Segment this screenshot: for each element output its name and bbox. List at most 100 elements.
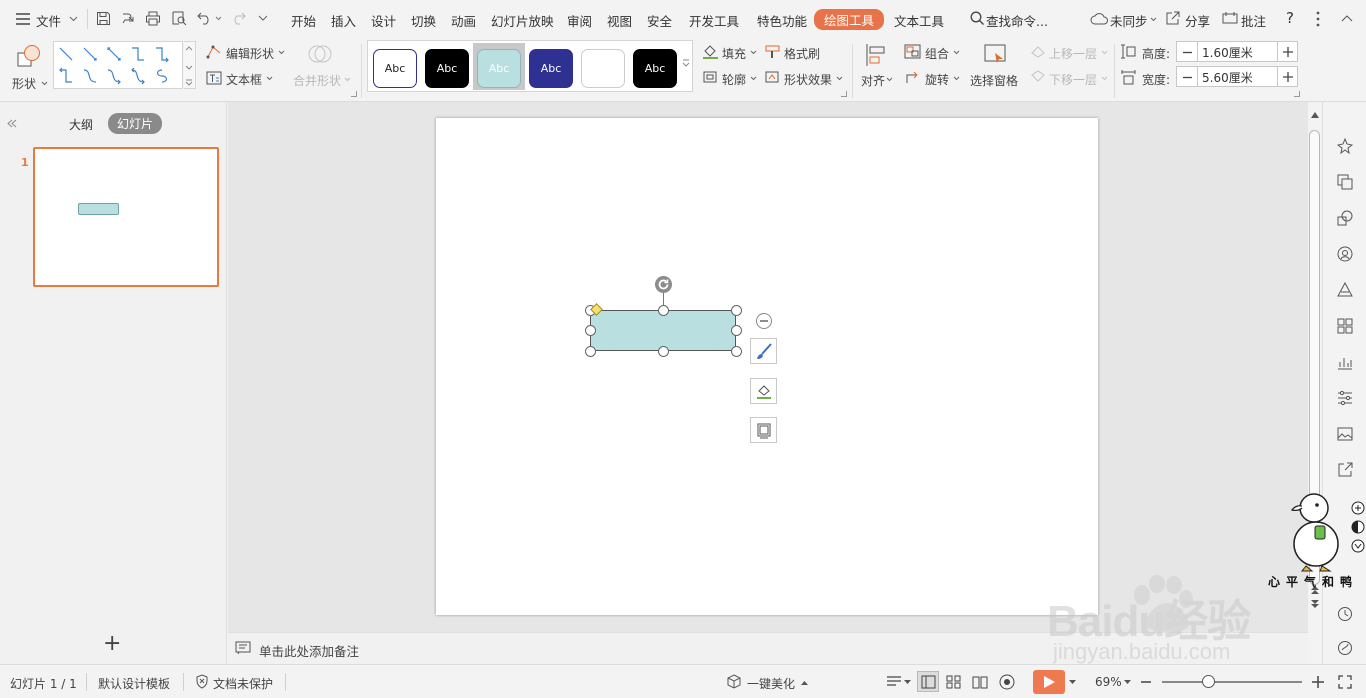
notes-view-icon[interactable]	[886, 675, 902, 689]
group-button[interactable]: 组合	[925, 45, 949, 62]
shape-style-outline[interactable]: Abc	[373, 49, 417, 88]
help-circle-icon[interactable]	[1337, 640, 1353, 656]
template-name[interactable]: 默认设计模板	[98, 675, 170, 692]
collapse-float-icon[interactable]	[755, 312, 773, 330]
zoom-level[interactable]: 69%	[1095, 675, 1122, 689]
customize-icon[interactable]	[258, 15, 268, 22]
height-input[interactable]: 1.60厘米	[1202, 44, 1253, 61]
protection-status[interactable]: 文档未保护	[213, 675, 273, 692]
merge-shape-button[interactable]: 合并形状	[293, 72, 341, 89]
comment-button[interactable]: 批注	[1241, 11, 1266, 30]
send-backward-button[interactable]: 下移一层	[1049, 71, 1097, 88]
print-icon[interactable]	[145, 11, 161, 26]
resize-handle-left[interactable]	[585, 325, 596, 336]
tab-drawing-tools[interactable]: 绘图工具	[814, 9, 885, 30]
add-slide-button[interactable]: +	[103, 631, 121, 656]
selection-pane-button[interactable]: 选择窗格	[970, 72, 1018, 89]
resize-handle-bottom-right[interactable]	[731, 346, 742, 357]
fill-button[interactable]: 填充	[722, 45, 746, 62]
dialog-launcher-icon[interactable]	[351, 91, 357, 97]
shape-style-black[interactable]: Abc	[425, 49, 469, 88]
shapes-icon[interactable]	[1337, 210, 1353, 226]
format-painter-button[interactable]: 格式刷	[784, 45, 820, 62]
chevron-down-icon[interactable]	[1124, 680, 1131, 685]
resize-handle-bottom[interactable]	[658, 346, 669, 357]
undo-icon[interactable]	[197, 11, 213, 25]
style-icon[interactable]	[1337, 282, 1353, 298]
rotate-handle-icon[interactable]	[654, 275, 673, 294]
slide-canvas[interactable]	[436, 118, 1098, 615]
record-icon[interactable]	[998, 674, 1016, 690]
minus-icon[interactable]	[1183, 48, 1192, 57]
help-button[interactable]: ?	[1286, 9, 1294, 27]
sync-status[interactable]: 未同步	[1110, 11, 1148, 30]
scroll-up-icon[interactable]	[1311, 112, 1319, 118]
tab-home[interactable]: 开始	[291, 11, 316, 30]
connector-gallery[interactable]	[53, 41, 183, 89]
tab-transition[interactable]: 切换	[411, 11, 436, 30]
duplicate-icon[interactable]	[1337, 174, 1353, 190]
file-menu[interactable]: 文件	[14, 10, 80, 29]
tab-slideshow[interactable]: 幻灯片放映	[491, 11, 554, 30]
plus-icon[interactable]	[1283, 47, 1293, 57]
tab-text-tools[interactable]: 文本工具	[894, 11, 944, 30]
resize-handle-top-right[interactable]	[731, 305, 742, 316]
tab-security[interactable]: 安全	[647, 11, 672, 30]
plus-icon[interactable]	[1283, 72, 1293, 82]
tab-slides[interactable]: 幻灯片	[108, 113, 163, 134]
gallery-scroll[interactable]	[184, 41, 196, 89]
save-icon[interactable]	[96, 11, 111, 26]
selected-rectangle-shape[interactable]	[590, 310, 736, 351]
dialog-launcher-icon[interactable]	[1294, 91, 1300, 97]
align-button[interactable]: 对齐	[861, 72, 885, 89]
fit-window-icon[interactable]	[1338, 675, 1352, 689]
share-button[interactable]: 分享	[1185, 11, 1210, 30]
gallery-scroll-icon[interactable]	[682, 58, 690, 70]
tab-view[interactable]: 视图	[607, 11, 632, 30]
float-outline-button[interactable]	[750, 417, 777, 443]
float-fill-button[interactable]	[750, 378, 777, 404]
minus-icon[interactable]	[1183, 73, 1192, 82]
chevron-down-icon[interactable]	[1069, 680, 1076, 685]
resize-handle-top[interactable]	[658, 305, 669, 316]
tab-design[interactable]: 设计	[371, 11, 396, 30]
pin-icon[interactable]	[1337, 138, 1353, 154]
tab-animation[interactable]: 动画	[451, 11, 476, 30]
location-icon[interactable]	[1337, 246, 1353, 262]
float-style-button[interactable]	[750, 338, 777, 364]
image-icon[interactable]	[1337, 426, 1353, 442]
tab-developer[interactable]: 开发工具	[689, 11, 739, 30]
reading-view-icon[interactable]	[972, 675, 988, 689]
outline-button[interactable]: 轮廓	[722, 71, 746, 88]
grid-icon[interactable]	[1337, 318, 1353, 334]
command-search[interactable]: 查找命令...	[986, 11, 1048, 30]
zoom-in-icon[interactable]	[1312, 676, 1324, 688]
export-icon[interactable]	[120, 11, 136, 26]
rotate-button[interactable]: 旋转	[925, 71, 949, 88]
shape-button[interactable]: 形状	[8, 42, 48, 91]
undo-dropdown-icon[interactable]	[215, 16, 222, 21]
slide-thumbnail[interactable]	[33, 147, 219, 287]
tab-outline[interactable]: 大纲	[69, 116, 93, 133]
tab-insert[interactable]: 插入	[331, 11, 356, 30]
page-down-icon[interactable]	[1311, 600, 1319, 608]
beautify-button[interactable]: 一键美化	[747, 675, 795, 692]
shape-style-white[interactable]	[581, 49, 625, 88]
export-icon[interactable]	[1337, 462, 1353, 478]
tab-features[interactable]: 特色功能	[757, 11, 807, 30]
zoom-slider-track[interactable]	[1162, 681, 1302, 683]
normal-view-button[interactable]	[917, 671, 939, 692]
collapse-panel-icon[interactable]	[7, 119, 17, 128]
slide-sorter-icon[interactable]	[946, 675, 961, 689]
more-icon[interactable]	[1316, 11, 1320, 27]
shape-style-gallery[interactable]: Abc Abc Abc Abc Abc	[367, 40, 693, 92]
shape-style-light-blue[interactable]: Abc	[477, 49, 521, 88]
width-input[interactable]: 5.60厘米	[1202, 69, 1253, 86]
collapse-ribbon-icon[interactable]	[1341, 14, 1353, 22]
shape-style-black-2[interactable]: Abc	[633, 49, 677, 88]
edit-shape-button[interactable]: 编辑形状	[226, 45, 274, 62]
dialog-launcher-icon[interactable]	[841, 91, 847, 97]
play-slideshow-button[interactable]	[1033, 670, 1065, 694]
shape-effect-button[interactable]: 形状效果	[784, 71, 832, 88]
zoom-out-icon[interactable]	[1141, 681, 1151, 683]
